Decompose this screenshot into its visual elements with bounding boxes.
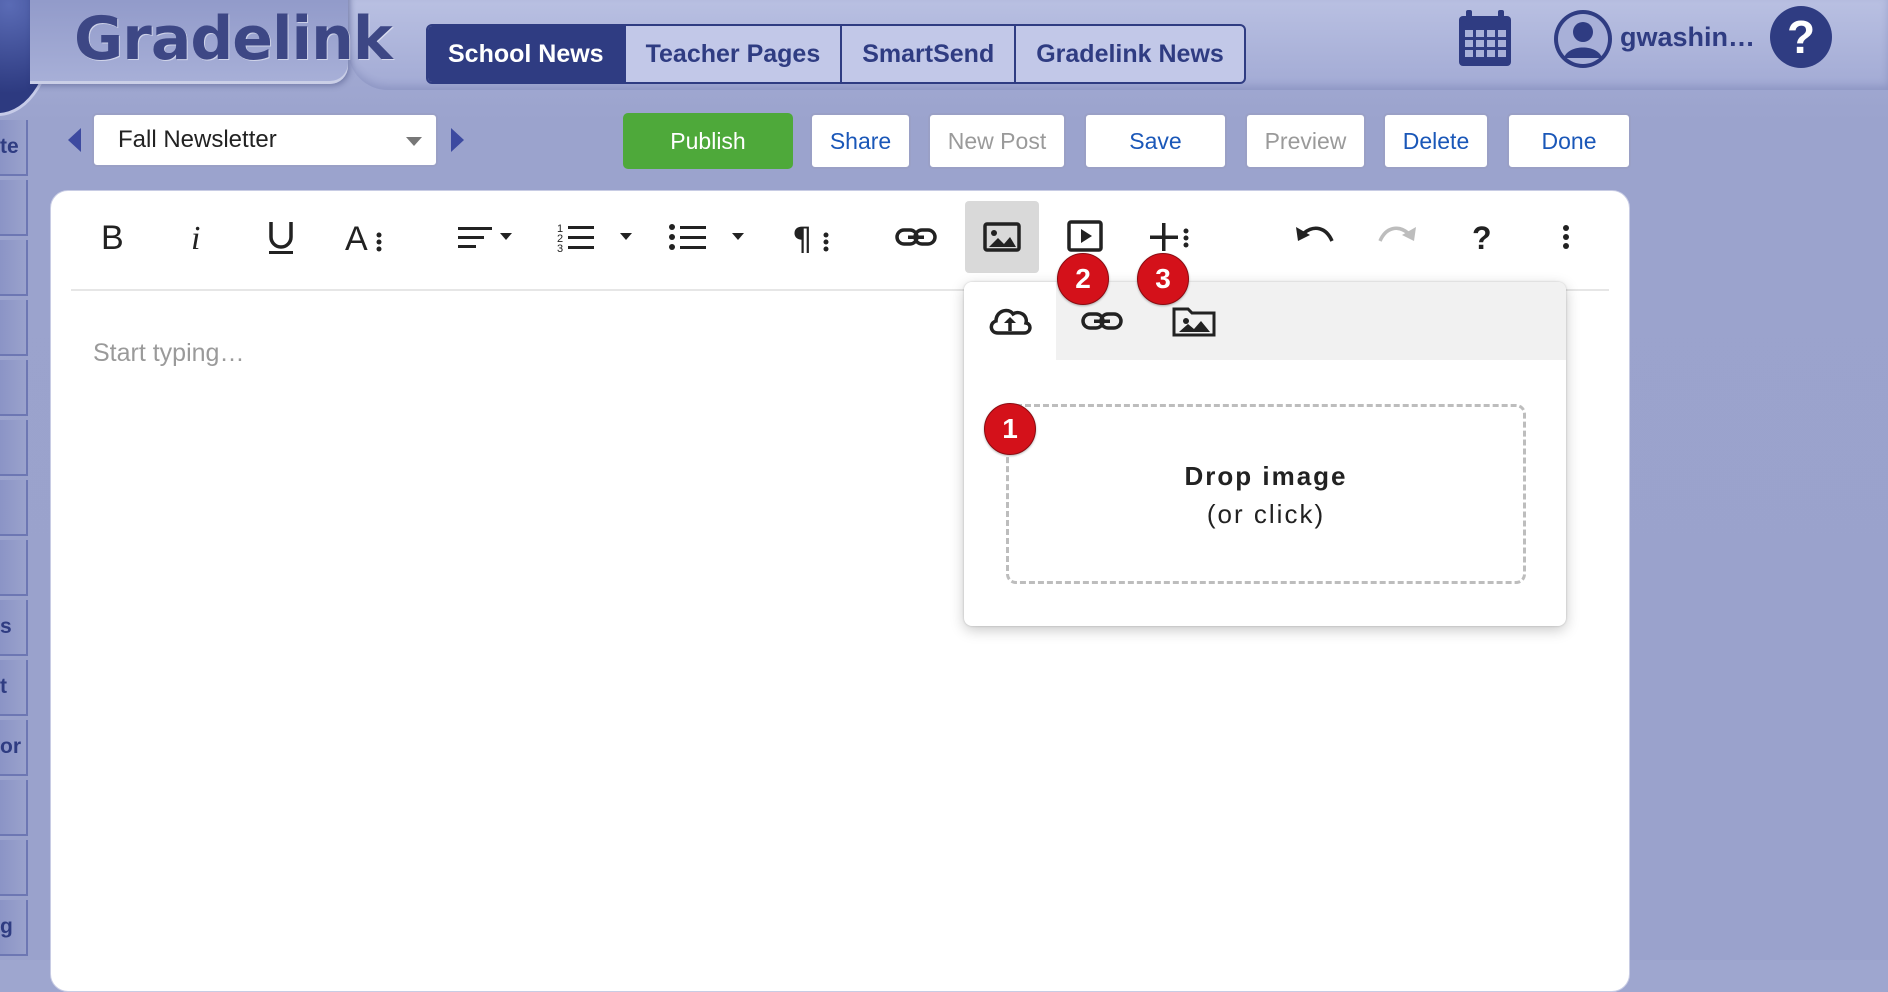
new-post-button[interactable]: New Post xyxy=(928,113,1066,169)
sidebar-item[interactable]: s xyxy=(0,600,28,656)
image-insert-popup: Drop image (or click) xyxy=(964,282,1566,626)
main-tabs: School News Teacher Pages SmartSend Grad… xyxy=(426,24,1246,84)
share-button[interactable]: Share xyxy=(810,113,911,169)
svg-text:i: i xyxy=(191,220,200,257)
svg-text:A: A xyxy=(345,220,368,257)
ordered-list-icon[interactable]: 123 xyxy=(551,201,641,273)
tab-teacher-pages[interactable]: Teacher Pages xyxy=(626,26,843,82)
marker-3: 3 xyxy=(1137,253,1189,305)
svg-text:3: 3 xyxy=(557,243,563,255)
svg-text:B: B xyxy=(101,219,124,257)
done-button[interactable]: Done xyxy=(1507,113,1631,169)
svg-text:?: ? xyxy=(1472,220,1492,256)
app-header: Gradelink School News Teacher Pages Smar… xyxy=(0,0,1888,116)
next-post-arrow-icon[interactable] xyxy=(451,128,464,152)
editor-placeholder[interactable]: Start typing… xyxy=(93,339,244,368)
tab-smartsend[interactable]: SmartSend xyxy=(842,26,1017,82)
redo-icon[interactable] xyxy=(1361,201,1435,273)
upload-icon[interactable] xyxy=(964,282,1056,360)
link-icon[interactable] xyxy=(879,201,953,273)
post-select-value: Fall Newsletter xyxy=(118,126,277,153)
sidebar-item[interactable]: g xyxy=(0,900,28,956)
calendar-icon[interactable] xyxy=(1456,8,1514,70)
sidebar-item[interactable] xyxy=(0,480,28,536)
more-menu-icon[interactable] xyxy=(1529,201,1603,273)
tab-gradelink-news[interactable]: Gradelink News xyxy=(1016,26,1244,82)
sidebar-item[interactable] xyxy=(0,540,28,596)
username-label[interactable]: gwashin… xyxy=(1620,22,1755,53)
unordered-list-icon[interactable] xyxy=(661,201,751,273)
svg-text:¶: ¶ xyxy=(792,220,812,257)
popup-tabs xyxy=(964,282,1566,360)
previous-post-arrow-icon[interactable] xyxy=(68,128,81,152)
image-drop-zone[interactable]: Drop image (or click) xyxy=(1006,404,1526,584)
paragraph-format-icon[interactable]: ¶ xyxy=(775,201,849,273)
sidebar-item[interactable] xyxy=(0,240,28,296)
sidebar-item[interactable] xyxy=(0,420,28,476)
marker-1: 1 xyxy=(984,403,1036,455)
undo-icon[interactable] xyxy=(1277,201,1351,273)
font-size-icon[interactable]: A xyxy=(328,201,402,273)
sidebar-item[interactable] xyxy=(0,180,28,236)
tab-school-news[interactable]: School News xyxy=(428,26,626,82)
preview-button[interactable]: Preview xyxy=(1245,113,1366,169)
italic-icon[interactable]: i xyxy=(160,201,234,273)
delete-button[interactable]: Delete xyxy=(1383,113,1489,169)
sidebar-item[interactable] xyxy=(0,780,28,836)
underline-icon[interactable] xyxy=(244,201,318,273)
sidebar-item[interactable]: or xyxy=(0,720,28,776)
chevron-down-icon xyxy=(406,137,422,146)
drop-zone-title: Drop image xyxy=(1184,461,1348,491)
sidebar-item[interactable] xyxy=(0,360,28,416)
user-avatar-icon[interactable] xyxy=(1552,8,1614,70)
sidebar-item[interactable] xyxy=(0,840,28,896)
help-icon[interactable]: ? xyxy=(1445,201,1519,273)
left-sidebar: te s t or g xyxy=(0,120,28,960)
publish-button[interactable]: Publish xyxy=(623,113,793,169)
image-icon[interactable] xyxy=(965,201,1039,273)
post-select[interactable]: Fall Newsletter xyxy=(92,113,438,167)
gradelink-logo: Gradelink xyxy=(74,4,393,74)
bold-icon[interactable]: B xyxy=(76,201,150,273)
drop-zone-subtitle: (or click) xyxy=(1206,499,1326,529)
sidebar-item[interactable]: te xyxy=(0,120,28,176)
save-button[interactable]: Save xyxy=(1084,113,1227,169)
sidebar-item[interactable] xyxy=(0,300,28,356)
align-icon[interactable] xyxy=(446,201,526,273)
help-icon[interactable]: ? xyxy=(1770,6,1832,68)
marker-2: 2 xyxy=(1057,253,1109,305)
sidebar-item[interactable]: t xyxy=(0,660,28,716)
